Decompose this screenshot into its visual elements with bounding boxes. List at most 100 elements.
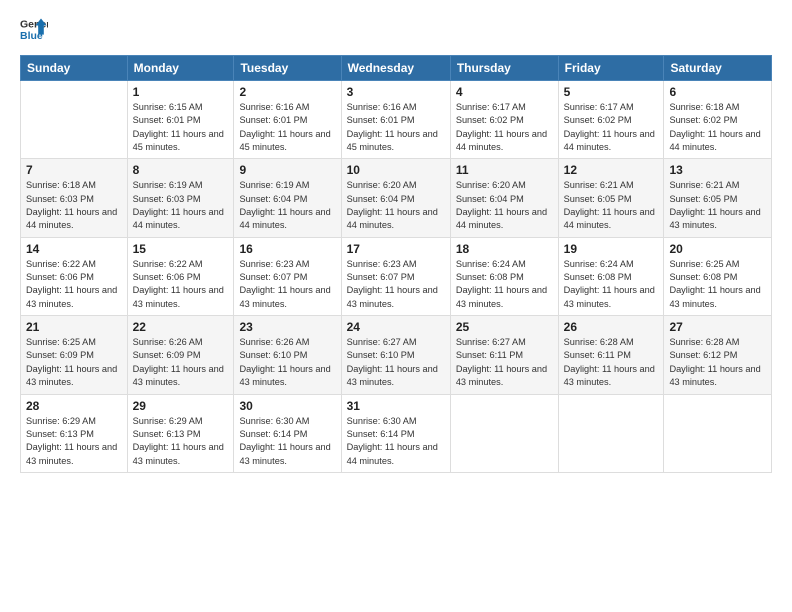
day-number: 15 xyxy=(133,242,229,256)
calendar-cell: 16 Sunrise: 6:23 AMSunset: 6:07 PMDayligh… xyxy=(234,237,341,315)
page: General Blue SundayMondayTuesdayWednesda… xyxy=(0,0,792,612)
calendar-week-row: 21 Sunrise: 6:25 AMSunset: 6:09 PMDayligh… xyxy=(21,316,772,394)
calendar-cell: 20 Sunrise: 6:25 AMSunset: 6:08 PMDayligh… xyxy=(664,237,772,315)
calendar-week-row: 7Sunrise: 6:18 AMSunset: 6:03 PMDaylight… xyxy=(21,159,772,237)
day-number: 12 xyxy=(564,163,659,177)
day-info: Sunrise: 6:24 AMSunset: 6:08 PMDaylight:… xyxy=(456,258,553,311)
day-number: 8 xyxy=(133,163,229,177)
day-info: Sunrise: 6:27 AMSunset: 6:11 PMDaylight:… xyxy=(456,336,553,389)
day-number: 3 xyxy=(347,85,445,99)
day-number: 22 xyxy=(133,320,229,334)
calendar-cell: 4 Sunrise: 6:17 AMSunset: 6:02 PMDaylight… xyxy=(450,81,558,159)
day-info: Sunrise: 6:16 AMSunset: 6:01 PMDaylight:… xyxy=(347,101,445,154)
calendar-cell: 2 Sunrise: 6:16 AMSunset: 6:01 PMDaylight… xyxy=(234,81,341,159)
logo-icon: General Blue xyxy=(20,15,48,43)
calendar-day-header: Sunday xyxy=(21,56,128,81)
calendar-day-header: Tuesday xyxy=(234,56,341,81)
calendar-day-header: Monday xyxy=(127,56,234,81)
calendar-cell: 27 Sunrise: 6:28 AMSunset: 6:12 PMDayligh… xyxy=(664,316,772,394)
calendar-day-header: Saturday xyxy=(664,56,772,81)
day-info: Sunrise: 6:16 AMSunset: 6:01 PMDaylight:… xyxy=(239,101,335,154)
day-number: 5 xyxy=(564,85,659,99)
day-info: Sunrise: 6:25 AMSunset: 6:09 PMDaylight:… xyxy=(26,336,122,389)
day-info: Sunrise: 6:24 AMSunset: 6:08 PMDaylight:… xyxy=(564,258,659,311)
day-number: 13 xyxy=(669,163,766,177)
day-number: 23 xyxy=(239,320,335,334)
calendar-cell: 26 Sunrise: 6:28 AMSunset: 6:11 PMDayligh… xyxy=(558,316,664,394)
calendar-cell: 18Sunrise: 6:24 AMSunset: 6:08 PMDayligh… xyxy=(450,237,558,315)
calendar-cell: 22 Sunrise: 6:26 AMSunset: 6:09 PMDayligh… xyxy=(127,316,234,394)
day-info: Sunrise: 6:25 AMSunset: 6:08 PMDaylight:… xyxy=(669,258,766,311)
header: General Blue xyxy=(20,15,772,43)
day-number: 2 xyxy=(239,85,335,99)
day-number: 1 xyxy=(133,85,229,99)
day-info: Sunrise: 6:30 AMSunset: 6:14 PMDaylight:… xyxy=(239,415,335,468)
calendar-cell: 14 Sunrise: 6:22 AMSunset: 6:06 PMDayligh… xyxy=(21,237,128,315)
calendar-cell: 25 Sunrise: 6:27 AMSunset: 6:11 PMDayligh… xyxy=(450,316,558,394)
day-info: Sunrise: 6:18 AMSunset: 6:02 PMDaylight:… xyxy=(669,101,766,154)
day-number: 30 xyxy=(239,399,335,413)
day-info: Sunrise: 6:23 AMSunset: 6:07 PMDaylight:… xyxy=(239,258,335,311)
calendar-day-header: Friday xyxy=(558,56,664,81)
day-info: Sunrise: 6:19 AMSunset: 6:03 PMDaylight:… xyxy=(133,179,229,232)
calendar-week-row: 1 Sunrise: 6:15 AMSunset: 6:01 PMDaylight… xyxy=(21,81,772,159)
day-number: 20 xyxy=(669,242,766,256)
calendar-cell xyxy=(450,394,558,472)
day-info: Sunrise: 6:27 AMSunset: 6:10 PMDaylight:… xyxy=(347,336,445,389)
calendar-week-row: 28 Sunrise: 6:29 AMSunset: 6:13 PMDayligh… xyxy=(21,394,772,472)
calendar-cell: 19 Sunrise: 6:24 AMSunset: 6:08 PMDayligh… xyxy=(558,237,664,315)
day-info: Sunrise: 6:21 AMSunset: 6:05 PMDaylight:… xyxy=(669,179,766,232)
calendar-day-header: Thursday xyxy=(450,56,558,81)
day-info: Sunrise: 6:29 AMSunset: 6:13 PMDaylight:… xyxy=(26,415,122,468)
calendar-cell: 1 Sunrise: 6:15 AMSunset: 6:01 PMDaylight… xyxy=(127,81,234,159)
calendar-cell: 6 Sunrise: 6:18 AMSunset: 6:02 PMDaylight… xyxy=(664,81,772,159)
calendar-cell xyxy=(558,394,664,472)
day-number: 29 xyxy=(133,399,229,413)
day-info: Sunrise: 6:29 AMSunset: 6:13 PMDaylight:… xyxy=(133,415,229,468)
day-number: 11 xyxy=(456,163,553,177)
calendar-cell: 5Sunrise: 6:17 AMSunset: 6:02 PMDaylight… xyxy=(558,81,664,159)
calendar-cell: 8 Sunrise: 6:19 AMSunset: 6:03 PMDaylight… xyxy=(127,159,234,237)
day-number: 25 xyxy=(456,320,553,334)
calendar-week-row: 14 Sunrise: 6:22 AMSunset: 6:06 PMDayligh… xyxy=(21,237,772,315)
calendar-cell: 7Sunrise: 6:18 AMSunset: 6:03 PMDaylight… xyxy=(21,159,128,237)
day-info: Sunrise: 6:23 AMSunset: 6:07 PMDaylight:… xyxy=(347,258,445,311)
day-info: Sunrise: 6:21 AMSunset: 6:05 PMDaylight:… xyxy=(564,179,659,232)
day-number: 27 xyxy=(669,320,766,334)
day-number: 31 xyxy=(347,399,445,413)
day-info: Sunrise: 6:30 AMSunset: 6:14 PMDaylight:… xyxy=(347,415,445,468)
day-number: 10 xyxy=(347,163,445,177)
day-number: 16 xyxy=(239,242,335,256)
day-info: Sunrise: 6:22 AMSunset: 6:06 PMDaylight:… xyxy=(26,258,122,311)
day-info: Sunrise: 6:15 AMSunset: 6:01 PMDaylight:… xyxy=(133,101,229,154)
day-info: Sunrise: 6:28 AMSunset: 6:11 PMDaylight:… xyxy=(564,336,659,389)
calendar-table: SundayMondayTuesdayWednesdayThursdayFrid… xyxy=(20,55,772,473)
calendar-cell: 17Sunrise: 6:23 AMSunset: 6:07 PMDayligh… xyxy=(341,237,450,315)
calendar-cell: 30 Sunrise: 6:30 AMSunset: 6:14 PMDayligh… xyxy=(234,394,341,472)
day-info: Sunrise: 6:22 AMSunset: 6:06 PMDaylight:… xyxy=(133,258,229,311)
logo: General Blue xyxy=(20,15,48,43)
calendar-day-header: Wednesday xyxy=(341,56,450,81)
day-number: 4 xyxy=(456,85,553,99)
calendar-cell xyxy=(21,81,128,159)
day-number: 28 xyxy=(26,399,122,413)
day-number: 7 xyxy=(26,163,122,177)
calendar-cell: 12 Sunrise: 6:21 AMSunset: 6:05 PMDayligh… xyxy=(558,159,664,237)
day-number: 19 xyxy=(564,242,659,256)
calendar-cell: 28 Sunrise: 6:29 AMSunset: 6:13 PMDayligh… xyxy=(21,394,128,472)
calendar-cell: 31 Sunrise: 6:30 AMSunset: 6:14 PMDayligh… xyxy=(341,394,450,472)
calendar-cell: 21 Sunrise: 6:25 AMSunset: 6:09 PMDayligh… xyxy=(21,316,128,394)
calendar-cell: 9Sunrise: 6:19 AMSunset: 6:04 PMDaylight… xyxy=(234,159,341,237)
day-info: Sunrise: 6:28 AMSunset: 6:12 PMDaylight:… xyxy=(669,336,766,389)
day-number: 6 xyxy=(669,85,766,99)
day-info: Sunrise: 6:26 AMSunset: 6:09 PMDaylight:… xyxy=(133,336,229,389)
day-info: Sunrise: 6:20 AMSunset: 6:04 PMDaylight:… xyxy=(456,179,553,232)
day-number: 21 xyxy=(26,320,122,334)
calendar-cell: 29 Sunrise: 6:29 AMSunset: 6:13 PMDayligh… xyxy=(127,394,234,472)
day-number: 26 xyxy=(564,320,659,334)
day-number: 14 xyxy=(26,242,122,256)
day-info: Sunrise: 6:17 AMSunset: 6:02 PMDaylight:… xyxy=(456,101,553,154)
day-info: Sunrise: 6:19 AMSunset: 6:04 PMDaylight:… xyxy=(239,179,335,232)
calendar-cell: 24Sunrise: 6:27 AMSunset: 6:10 PMDayligh… xyxy=(341,316,450,394)
calendar-cell: 3 Sunrise: 6:16 AMSunset: 6:01 PMDaylight… xyxy=(341,81,450,159)
